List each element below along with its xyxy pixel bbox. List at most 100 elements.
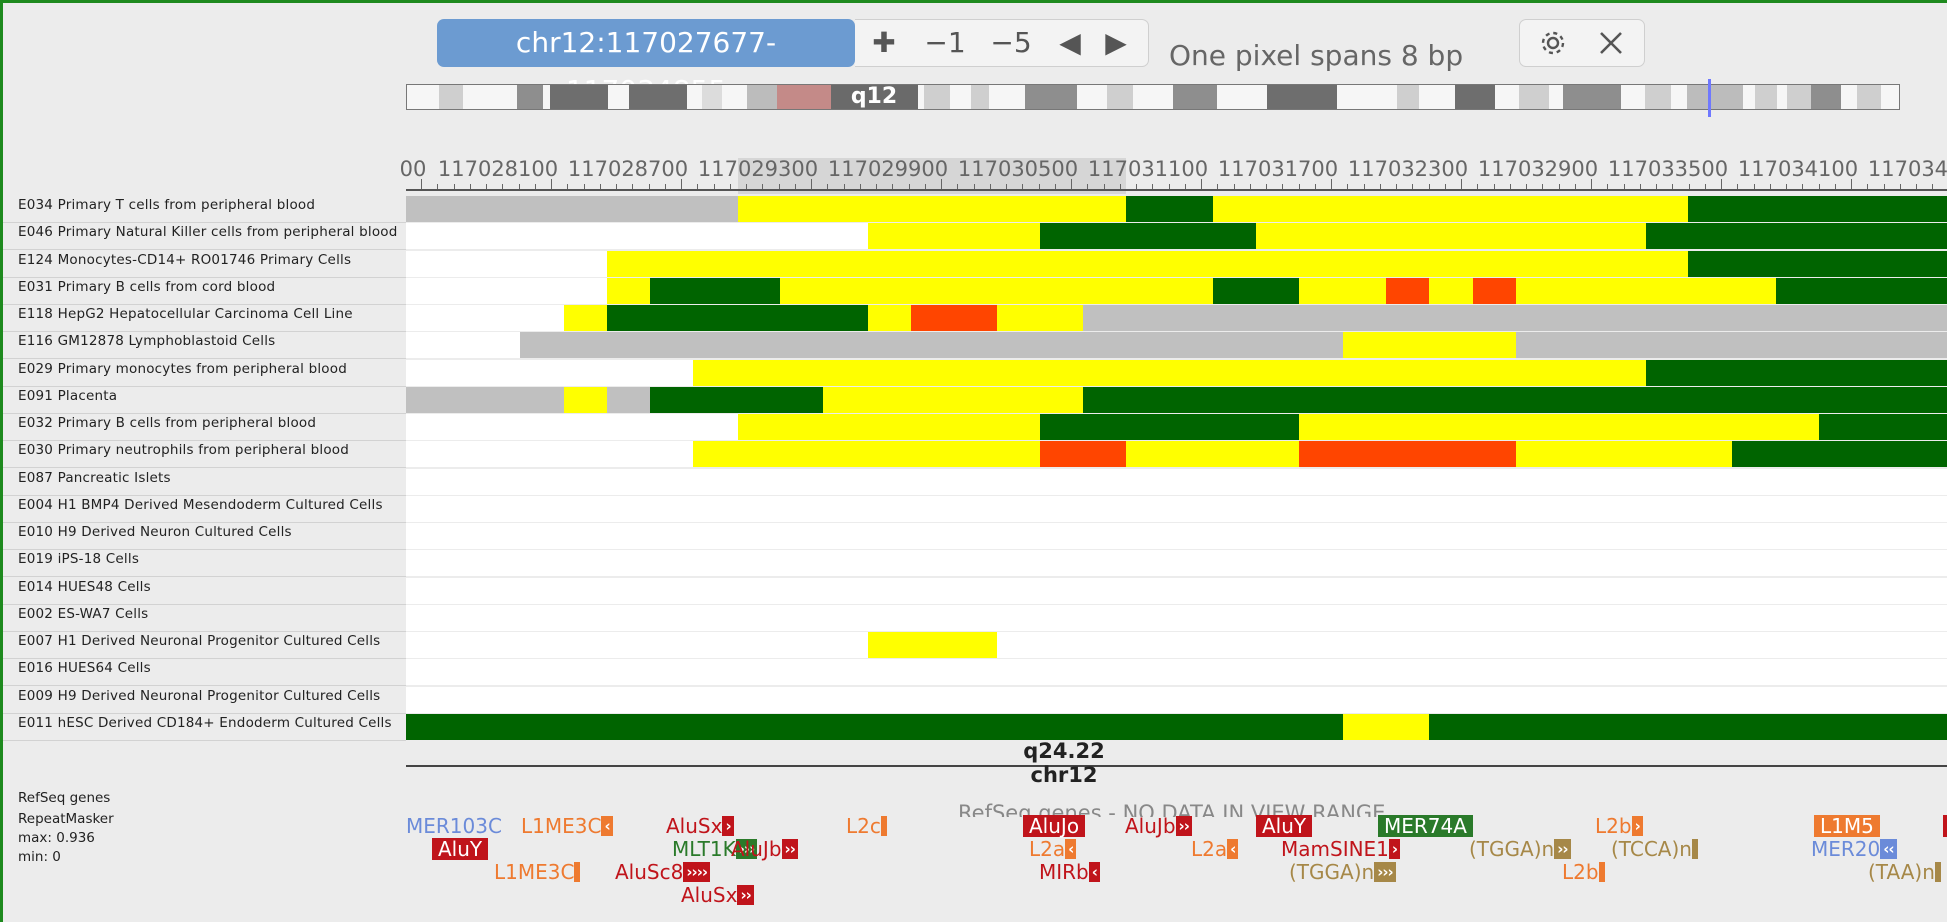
chromatin-state-segment[interactable] xyxy=(1083,305,1947,331)
repeat-element[interactable]: MamSINE1 › xyxy=(1281,838,1401,860)
chromatin-state-segment[interactable] xyxy=(823,386,1083,413)
track-row[interactable] xyxy=(406,468,1947,495)
chromatin-state-segment[interactable] xyxy=(1386,277,1429,304)
chromatin-state-segment[interactable] xyxy=(1083,386,1947,413)
chromatin-state-segment[interactable] xyxy=(564,305,607,331)
repeat-element[interactable]: L2a ‹ xyxy=(1191,838,1239,860)
chromatin-state-segment[interactable] xyxy=(1819,414,1947,440)
track-row[interactable] xyxy=(406,659,1947,686)
chromatin-state-segment[interactable] xyxy=(1126,441,1299,468)
chromatin-state-segment[interactable] xyxy=(1473,277,1516,304)
chromatin-state-segment[interactable] xyxy=(406,713,1343,740)
ideogram-band xyxy=(702,85,722,109)
chromatin-state-segment[interactable] xyxy=(868,223,1040,250)
pan-right-button[interactable]: ▶ xyxy=(1093,20,1139,66)
chromatin-state-segment[interactable] xyxy=(1646,223,1947,250)
repeat-element[interactable]: AluY xyxy=(432,838,489,860)
chromatin-state-segment[interactable] xyxy=(406,386,564,413)
strand-arrow-icon xyxy=(574,862,581,882)
repeat-element[interactable]: L2c xyxy=(846,815,887,837)
chromatin-state-segment[interactable] xyxy=(1343,332,1516,359)
repeat-element[interactable]: AluJb ›› xyxy=(731,838,798,860)
track-row[interactable] xyxy=(406,523,1947,549)
repeat-element[interactable]: L1M5 xyxy=(1814,815,1880,837)
chromatin-state-segment[interactable] xyxy=(406,196,738,222)
chromatin-state-segment[interactable] xyxy=(1429,277,1473,304)
chromatin-state-segment[interactable] xyxy=(1516,332,1947,359)
repeat-element[interactable]: MER74A xyxy=(1378,815,1473,837)
chromatin-state-segment[interactable] xyxy=(1040,223,1256,250)
chromatin-state-segment[interactable] xyxy=(693,359,1646,386)
chromatin-state-segment[interactable] xyxy=(1516,441,1732,468)
track-row[interactable] xyxy=(406,577,1947,604)
repeat-element[interactable]: L1ME3C ‹ xyxy=(521,815,613,837)
chromatin-state-segment[interactable] xyxy=(1688,196,1947,222)
repeatmasker-max: max: 0.936 xyxy=(18,830,95,846)
chromatin-state-segment[interactable] xyxy=(607,305,868,331)
chromatin-state-segment[interactable] xyxy=(1299,277,1386,304)
repeat-element[interactable]: AluSx ›› xyxy=(681,884,754,906)
chromosome-name: chr12 xyxy=(1030,763,1098,787)
chromatin-state-segment[interactable] xyxy=(564,386,607,413)
repeat-element[interactable]: AluSx › xyxy=(666,815,734,837)
chromatin-state-segment[interactable] xyxy=(650,277,780,304)
track-row[interactable] xyxy=(406,604,1947,631)
locus-input[interactable]: chr12:117027677-117034855 xyxy=(437,19,855,107)
chromatin-state-segment[interactable] xyxy=(1516,277,1776,304)
chromatin-state-segment[interactable] xyxy=(997,305,1083,331)
track-row[interactable] xyxy=(406,495,1947,522)
chromatin-state-segment[interactable] xyxy=(868,632,997,658)
zoom-out-1-button[interactable]: −1 xyxy=(913,20,977,66)
chromatin-state-segment[interactable] xyxy=(1213,196,1688,222)
chromosome-ideogram[interactable] xyxy=(406,84,1900,110)
close-icon[interactable] xyxy=(1586,20,1636,66)
repeat-element[interactable]: L2a ‹ xyxy=(1029,838,1077,860)
chromatin-state-segment[interactable] xyxy=(738,196,1126,222)
chromatin-state-segment[interactable] xyxy=(1299,414,1819,440)
gear-icon[interactable] xyxy=(1528,20,1578,66)
zoom-out-5-button[interactable]: −5 xyxy=(979,20,1043,66)
chromatin-state-segment[interactable] xyxy=(1256,223,1646,250)
repeat-element[interactable]: L2b xyxy=(1562,861,1605,883)
repeat-element[interactable]: AluJo xyxy=(1023,815,1086,837)
chromatin-state-segment[interactable] xyxy=(1299,441,1516,468)
repeat-element[interactable]: (TGGA)n ››› xyxy=(1289,861,1396,883)
repeat-element[interactable]: (TAA)n xyxy=(1868,861,1941,883)
repeat-element[interactable]: MIRb ‹ xyxy=(1039,861,1100,883)
chromatin-state-segment[interactable] xyxy=(738,414,1040,440)
chromatin-state-segment[interactable] xyxy=(1040,414,1299,440)
repeat-element[interactable]: L1ME3C xyxy=(494,861,581,883)
chromatin-state-segment[interactable] xyxy=(1732,441,1947,468)
track-row[interactable] xyxy=(406,550,1947,577)
chromatin-state-segment[interactable] xyxy=(868,305,911,331)
chromatin-state-segment[interactable] xyxy=(607,250,1688,277)
chromatin-state-segment[interactable] xyxy=(1126,196,1213,222)
chromatin-state-segment[interactable] xyxy=(1688,250,1947,277)
repeat-element[interactable]: AluY xyxy=(1256,815,1313,837)
repeat-element[interactable]: (TGGA)n ›› xyxy=(1469,838,1571,860)
track-row[interactable] xyxy=(406,632,1947,658)
chromatin-state-segment[interactable] xyxy=(607,386,650,413)
zoom-in-button[interactable]: ✚ xyxy=(859,20,909,66)
chromatin-state-segment[interactable] xyxy=(607,277,650,304)
repeat-element[interactable]: AluSx xyxy=(1943,815,1947,837)
chromatin-state-segment[interactable] xyxy=(1213,277,1299,304)
chromatin-state-segment[interactable] xyxy=(911,305,997,331)
repeat-element[interactable]: L2b › xyxy=(1595,815,1643,837)
repeat-element[interactable]: AluSc8 ›››› xyxy=(615,861,711,883)
chromatin-state-segment[interactable] xyxy=(1646,359,1947,386)
chromatin-state-segment[interactable] xyxy=(650,386,823,413)
chromatin-state-segment[interactable] xyxy=(1040,441,1126,468)
track-row[interactable] xyxy=(406,686,1947,713)
repeat-element[interactable]: MER20 ‹‹ xyxy=(1811,838,1897,860)
chromatin-state-segment[interactable] xyxy=(1776,277,1947,304)
repeat-element[interactable]: MER103C xyxy=(406,815,502,837)
repeat-element[interactable]: AluJb ›› xyxy=(1125,815,1192,837)
chromatin-state-segment[interactable] xyxy=(780,277,1213,304)
chromatin-state-segment[interactable] xyxy=(1429,713,1947,740)
chromatin-state-segment[interactable] xyxy=(520,332,1343,359)
pan-left-button[interactable]: ◀ xyxy=(1047,20,1093,66)
chromatin-state-segment[interactable] xyxy=(693,441,1040,468)
chromatin-state-segment[interactable] xyxy=(1343,713,1429,740)
repeat-element[interactable]: (TCCA)n xyxy=(1611,838,1698,860)
